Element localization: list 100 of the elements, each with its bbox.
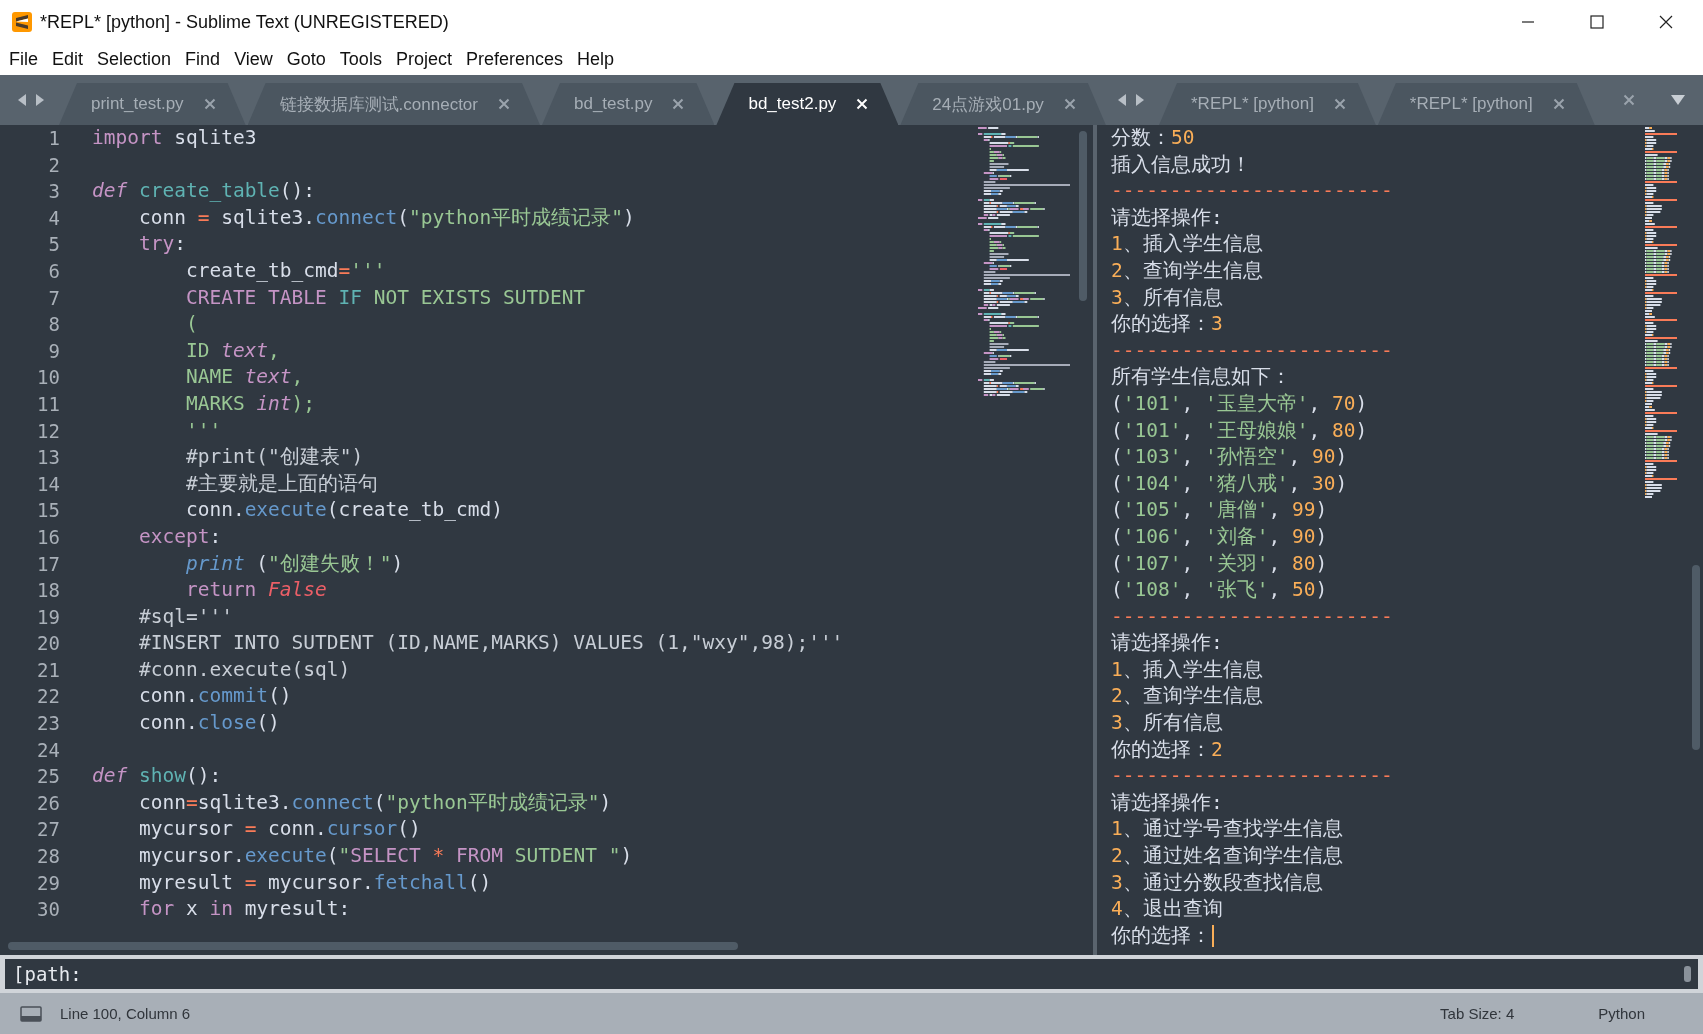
dropdown-icon[interactable] <box>1671 95 1685 105</box>
code-line: conn.commit() <box>137 683 292 710</box>
menu-item[interactable]: View <box>227 47 280 72</box>
tab[interactable]: bd_test2.py <box>716 83 899 125</box>
line-number: 5 <box>47 232 60 258</box>
line-number: 14 <box>36 471 60 497</box>
code-line: conn.close() <box>137 710 280 737</box>
menu-item[interactable]: File <box>2 47 45 72</box>
code-line: myresult = mycursor.fetchall() <box>137 869 492 896</box>
code-line: for x in myresult: <box>137 896 351 923</box>
menu-item[interactable]: Selection <box>90 47 179 72</box>
line-number: 20 <box>36 631 60 657</box>
menu-item[interactable]: Find <box>178 47 228 72</box>
cursor-position[interactable]: Line 100, Column 6 <box>60 1005 191 1022</box>
output-line: 插入信息成功！ <box>1111 151 1251 178</box>
minimap-drawing[interactable] <box>976 127 1072 397</box>
output-line: 3、通过分数段查找信息 <box>1111 869 1323 896</box>
code-line: def create_table(): <box>92 178 316 205</box>
minimap-drawing[interactable] <box>1643 127 1679 499</box>
menu-item[interactable]: Tools <box>332 47 389 72</box>
line-number: 23 <box>36 711 60 737</box>
left-arrow-icon[interactable] <box>1117 93 1127 107</box>
left-arrow-icon[interactable] <box>17 93 27 107</box>
code-line: #INSERT INTO SUTDENT (ID,NAME,MARKS) VALUES (1,"wxy",98);''' <box>137 630 844 657</box>
input-field[interactable]: [path: <box>5 959 1698 989</box>
menu-item[interactable]: Project <box>388 47 459 72</box>
code-line: try: <box>137 231 186 258</box>
line-number: 8 <box>47 312 60 338</box>
menu-item[interactable]: Preferences <box>458 47 570 72</box>
code-line: #主要就是上面的语句 <box>184 470 378 497</box>
output-line: ('108', '张飞', 50) <box>1111 577 1328 604</box>
right-arrow-icon[interactable] <box>35 93 45 107</box>
code-line: #sql=''' <box>137 603 233 630</box>
app-icon <box>12 12 32 32</box>
scrollbar[interactable] <box>1079 131 1087 301</box>
line-number: 27 <box>36 817 60 843</box>
output-line: 你的选择：3 <box>1111 311 1223 338</box>
output-line: ('104', '猪八戒', 30) <box>1111 470 1348 497</box>
menu-item[interactable]: Help <box>570 47 621 72</box>
tab-size[interactable]: Tab Size: 4 <box>1440 1005 1515 1022</box>
line-number: 4 <box>47 205 60 231</box>
output-line: 所有学生信息如下： <box>1111 364 1291 391</box>
line-number: 18 <box>36 578 60 604</box>
scrollbar[interactable] <box>1684 966 1691 982</box>
scrollbar[interactable] <box>8 942 738 950</box>
line-number: 6 <box>47 258 60 284</box>
line-number: 12 <box>36 418 60 444</box>
line-number: 24 <box>36 737 60 763</box>
code-line: def show(): <box>92 763 222 790</box>
separator-line: ------------------------ <box>1111 763 1393 790</box>
code-line: except: <box>137 523 222 550</box>
menu-item[interactable]: Edit <box>45 47 91 72</box>
line-number: 11 <box>36 391 60 417</box>
code-line: create_tb_cmd=''' <box>184 257 386 284</box>
code-line: NAME text, <box>184 364 304 391</box>
code-line: mycursor = conn.cursor() <box>137 816 421 843</box>
line-number: 3 <box>47 179 60 205</box>
close-icon[interactable] <box>1659 15 1673 29</box>
line-number: 25 <box>36 764 60 790</box>
menu-item[interactable]: Goto <box>279 47 333 72</box>
line-number: 26 <box>36 790 60 816</box>
code-line: return False <box>184 577 327 604</box>
output-line: 请选择操作: <box>1111 789 1223 816</box>
syntax-label[interactable]: Python <box>1598 1005 1645 1022</box>
line-number: 9 <box>47 338 60 364</box>
line-number: 16 <box>36 524 60 550</box>
code-line: import sqlite3 <box>92 125 257 151</box>
output-line: ('103', '孙悟空', 90) <box>1111 444 1348 471</box>
window-title: *REPL* [python] - Sublime Text (UNREGISTERED) <box>40 11 449 33</box>
output-line: 1、通过学号查找学生信息 <box>1111 816 1343 843</box>
output-line: 请选择操作: <box>1111 630 1223 657</box>
separator-line: ------------------------ <box>1111 178 1393 205</box>
maximize-icon[interactable] <box>1590 15 1604 29</box>
output-line: 2、查询学生信息 <box>1111 683 1263 710</box>
line-number: 30 <box>36 897 60 923</box>
output-line: 3、所有信息 <box>1111 284 1223 311</box>
output-line: ('101', '玉皇大帝', 70) <box>1111 390 1368 417</box>
panel-icon[interactable] <box>20 1005 42 1022</box>
code-line: mycursor.execute("SELECT * FROM SUTDENT ") <box>137 843 633 870</box>
output-line: ('107', '关羽', 80) <box>1111 550 1328 577</box>
code-line: print ("创建失败！") <box>184 550 404 577</box>
output-line: 请选择操作: <box>1111 204 1223 231</box>
line-number: 13 <box>36 445 60 471</box>
code-line: MARKS int); <box>184 390 316 417</box>
line-number: 1 <box>47 126 60 151</box>
line-number: 29 <box>36 870 60 896</box>
line-number: 2 <box>47 152 60 178</box>
line-number: 21 <box>36 657 60 683</box>
code-line: ''' <box>184 417 222 444</box>
output-line: ('106', '刘备', 90) <box>1111 523 1328 550</box>
right-arrow-icon[interactable] <box>1135 93 1145 107</box>
separator-line: ------------------------ <box>1111 337 1393 364</box>
output-line: 1、插入学生信息 <box>1111 656 1263 683</box>
line-number: 15 <box>36 498 60 524</box>
code-line: conn.execute(create_tb_cmd) <box>184 497 503 524</box>
output-line: 2、查询学生信息 <box>1111 257 1263 284</box>
code-line: #print("创建表") <box>184 444 364 471</box>
code-line: ( <box>184 311 198 338</box>
output-line: 你的选择：2 <box>1111 736 1223 763</box>
scrollbar[interactable] <box>1692 565 1700 750</box>
